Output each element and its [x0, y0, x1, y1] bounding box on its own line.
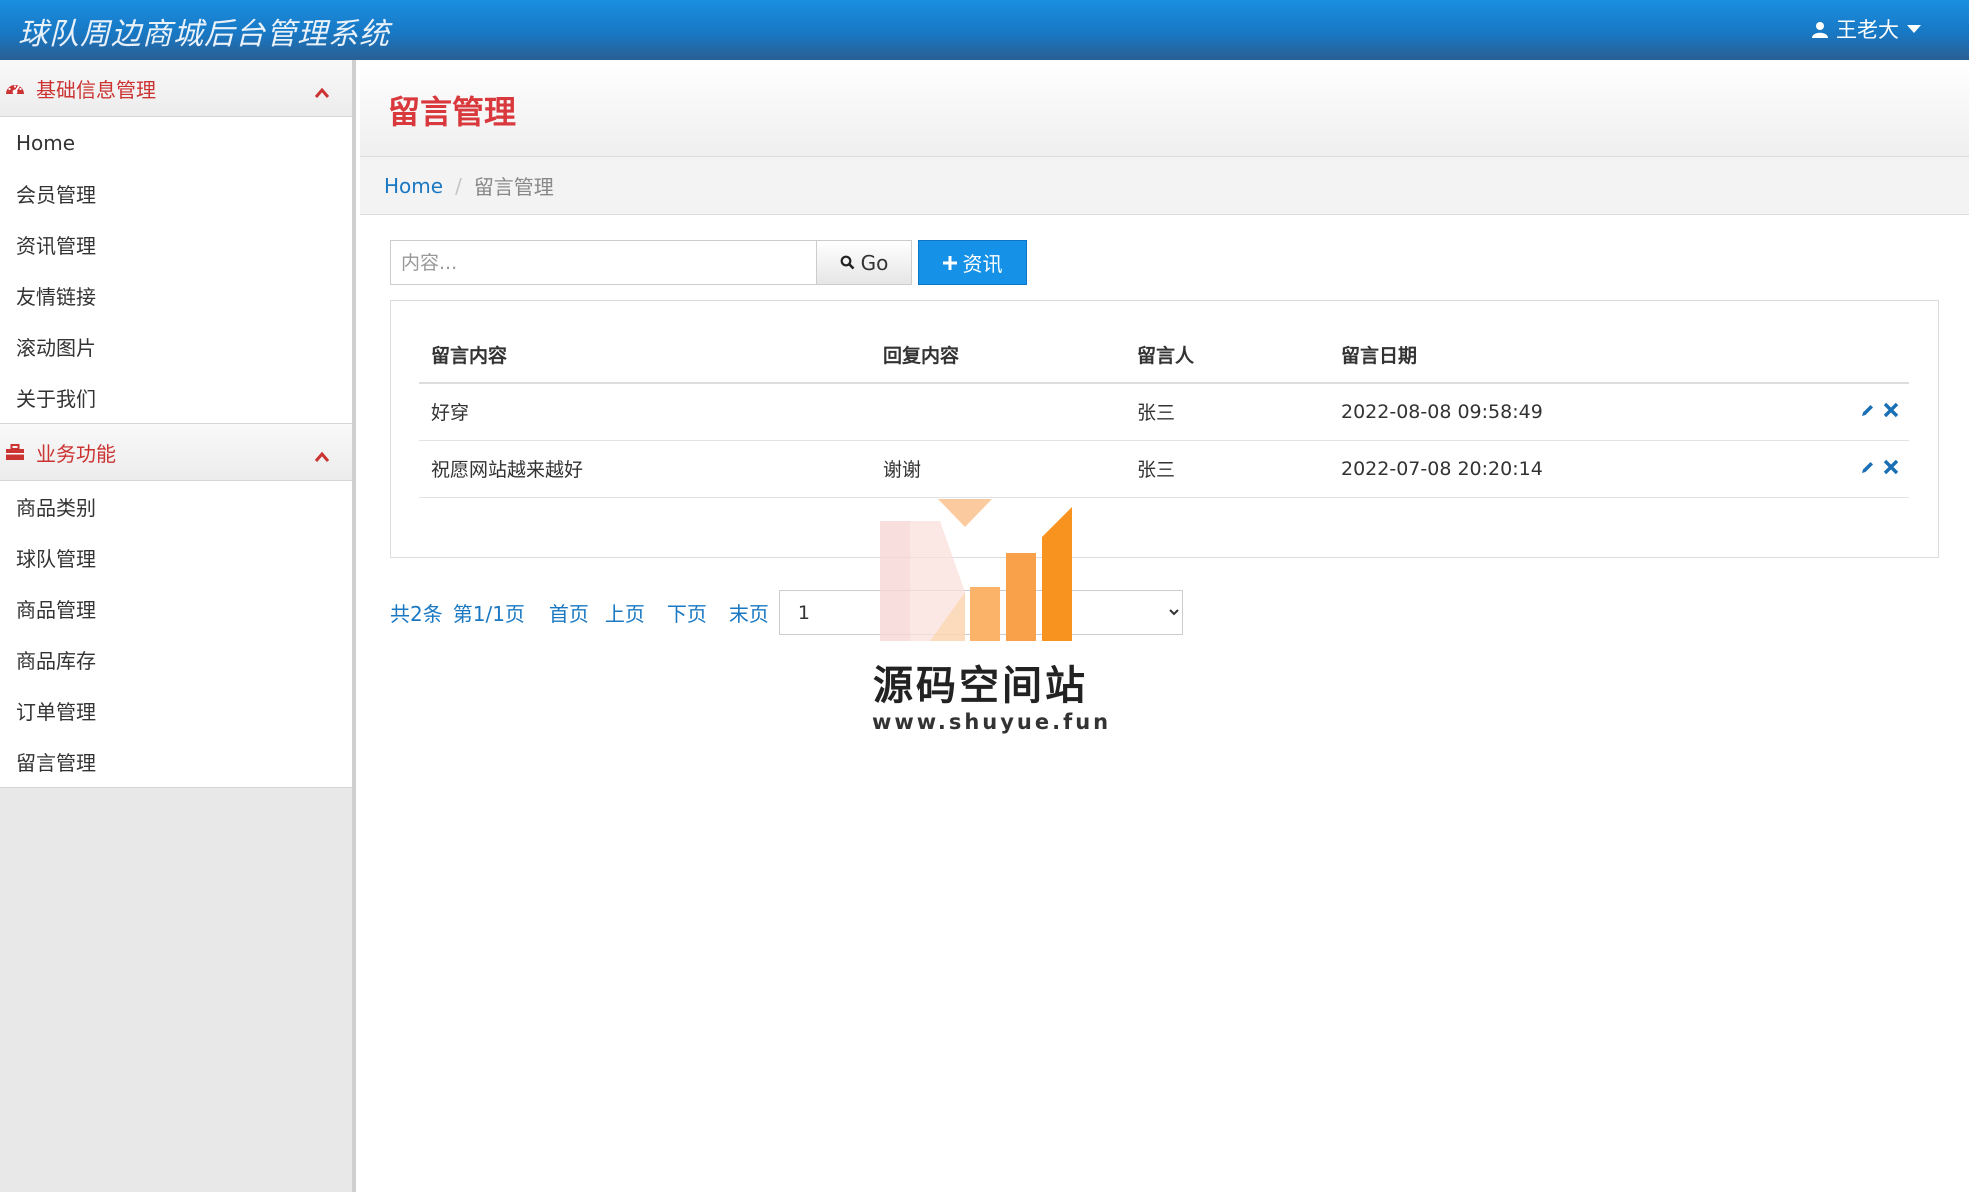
sidebar: 基础信息管理 Home 会员管理 资讯管理 友情链接 滚动图片 关于我们 业务功…	[0, 60, 356, 1192]
app-title: 球队周边商城后台管理系统	[18, 17, 390, 52]
pagination-first-link[interactable]: 首页	[549, 598, 589, 627]
cell-date: 2022-08-08 09:58:49	[1329, 383, 1799, 441]
search-input[interactable]	[390, 240, 816, 285]
pagination-last-link[interactable]: 末页	[729, 598, 769, 627]
sidebar-menu-business: 商品类别 球队管理 商品管理 商品库存 订单管理 留言管理	[0, 481, 352, 788]
dashboard-icon	[2, 80, 28, 96]
column-header-author: 留言人	[1125, 327, 1329, 384]
sidebar-item-categories[interactable]: 商品类别	[0, 481, 352, 532]
sidebar-item-links[interactable]: 友情链接	[0, 270, 352, 321]
page-title: 留言管理	[388, 93, 517, 131]
go-button[interactable]: Go	[816, 240, 912, 285]
table-row: 好穿 张三 2022-08-08 09:58:49	[419, 383, 1909, 441]
user-menu[interactable]: 王老大	[1812, 14, 1921, 44]
column-header-date: 留言日期	[1329, 327, 1799, 384]
cell-actions	[1799, 383, 1909, 441]
table-row: 祝愿网站越来越好 谢谢 张三 2022-07-08 20:20:14	[419, 440, 1909, 498]
column-header-actions	[1799, 327, 1909, 384]
plus-icon	[942, 251, 957, 275]
top-header: 球队周边商城后台管理系统 王老大	[0, 0, 1969, 60]
table-header-row: 留言内容 回复内容 留言人 留言日期	[419, 327, 1909, 384]
cell-author: 张三	[1125, 383, 1329, 441]
close-icon[interactable]	[1883, 458, 1899, 480]
sidebar-item-teams[interactable]: 球队管理	[0, 532, 352, 583]
user-name: 王老大	[1836, 18, 1899, 42]
go-button-label: Go	[860, 250, 889, 275]
close-icon[interactable]	[1883, 401, 1899, 423]
cell-date: 2022-07-08 20:20:14	[1329, 440, 1799, 498]
sidebar-menu-basic: Home 会员管理 资讯管理 友情链接 滚动图片 关于我们	[0, 117, 352, 424]
add-news-button-label: 资讯	[962, 252, 1003, 276]
sidebar-item-about[interactable]: 关于我们	[0, 372, 352, 423]
sidebar-group-label: 基础信息管理	[36, 77, 156, 102]
cell-content: 祝愿网站越来越好	[419, 440, 871, 498]
column-header-content: 留言内容	[419, 327, 871, 384]
sidebar-item-members[interactable]: 会员管理	[0, 168, 352, 219]
cell-author: 张三	[1125, 440, 1329, 498]
pagination-page-info: 第1/1页	[452, 602, 525, 626]
briefcase-icon	[2, 443, 28, 461]
message-table-panel: 留言内容 回复内容 留言人 留言日期 好穿 张三 2022-08-08 09:5…	[390, 300, 1939, 558]
sidebar-group-label: 业务功能	[36, 441, 116, 466]
sidebar-item-home[interactable]: Home	[0, 117, 352, 168]
breadcrumb: Home / 留言管理	[360, 157, 1969, 215]
breadcrumb-current: 留言管理	[473, 175, 554, 199]
watermark-title: 源码空间站	[873, 663, 1088, 709]
user-icon	[1812, 21, 1828, 38]
search-toolbar: Go 资讯	[390, 240, 1027, 285]
cell-content: 好穿	[419, 383, 871, 441]
sidebar-item-orders[interactable]: 订单管理	[0, 685, 352, 736]
watermark-url: www.shuyue.fun	[872, 710, 1112, 734]
page-header: 留言管理	[360, 60, 1969, 157]
search-icon	[840, 251, 855, 275]
sidebar-item-inventory[interactable]: 商品库存	[0, 634, 352, 685]
column-header-reply: 回复内容	[871, 327, 1125, 384]
sidebar-group-business[interactable]: 业务功能	[0, 424, 352, 481]
message-table: 留言内容 回复内容 留言人 留言日期 好穿 张三 2022-08-08 09:5…	[419, 327, 1909, 498]
cell-actions	[1799, 440, 1909, 498]
main-content: 留言管理 Home / 留言管理 Go 资讯 留言内容 回复内容 留	[360, 60, 1969, 1192]
caret-down-icon	[1907, 24, 1921, 34]
sidebar-item-carousel[interactable]: 滚动图片	[0, 321, 352, 372]
breadcrumb-separator: /	[455, 173, 462, 198]
breadcrumb-home-link[interactable]: Home	[384, 174, 443, 198]
add-news-button[interactable]: 资讯	[918, 240, 1027, 285]
pagination-total: 共2条	[390, 602, 443, 626]
cell-reply	[871, 383, 1125, 441]
sidebar-item-products[interactable]: 商品管理	[0, 583, 352, 634]
chevron-up-icon	[314, 80, 330, 104]
sidebar-item-messages[interactable]: 留言管理	[0, 736, 352, 787]
pagination-next-link[interactable]: 下页	[667, 598, 707, 627]
sidebar-group-basic[interactable]: 基础信息管理	[0, 60, 352, 117]
pencil-icon[interactable]	[1860, 401, 1875, 423]
chevron-up-icon	[314, 444, 330, 468]
pencil-icon[interactable]	[1860, 458, 1875, 480]
sidebar-item-news[interactable]: 资讯管理	[0, 219, 352, 270]
pagination-prev-link[interactable]: 上页	[605, 598, 645, 627]
